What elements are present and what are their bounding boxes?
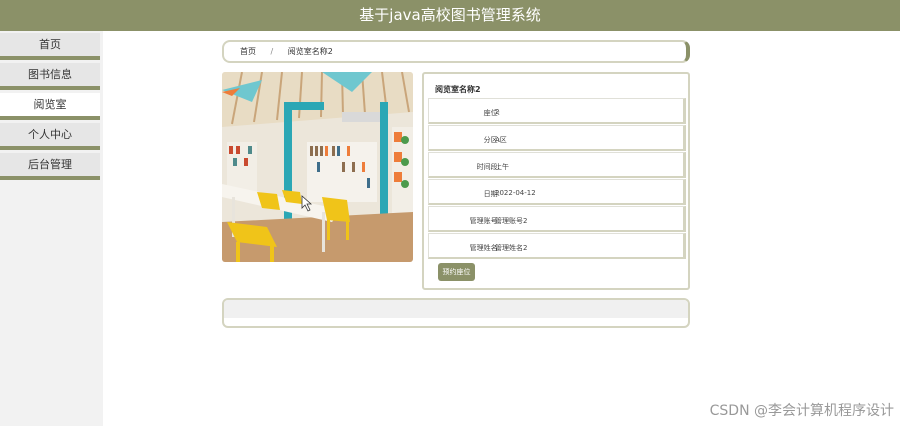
detail-value: A区 bbox=[495, 136, 507, 144]
breadcrumb-home-link[interactable]: 首页 bbox=[240, 47, 256, 56]
sidebar-item-book-info[interactable]: 图书信息 bbox=[0, 63, 100, 90]
detail-row-zone: 分区: A区 bbox=[428, 125, 686, 151]
sidebar-item-home[interactable]: 首页 bbox=[0, 33, 100, 60]
app-header: 基于java高校图书管理系统 bbox=[0, 0, 900, 31]
detail-row-manager-account: 管理账号: 管理账号2 bbox=[428, 206, 686, 232]
reading-room-detail-panel: 阅览室名称2 座位: 2 分区: A区 时间段: 上午 日期: 2022-04-… bbox=[422, 72, 690, 290]
detail-row-manager-name: 管理姓名: 管理姓名2 bbox=[428, 233, 686, 259]
watermark: CSDN @李会计算机程序设计 bbox=[709, 403, 894, 419]
detail-row-time-slot: 时间段: 上午 bbox=[428, 152, 686, 178]
reading-room-image bbox=[222, 72, 413, 262]
detail-value: 2 bbox=[495, 108, 500, 116]
breadcrumb-current: 阅览室名称2 bbox=[287, 47, 333, 56]
comment-section-header bbox=[224, 300, 688, 318]
page-title: 基于java高校图书管理系统 bbox=[359, 6, 541, 24]
detail-value: 管理账号2 bbox=[495, 217, 528, 225]
detail-value: 上午 bbox=[495, 163, 509, 171]
sidebar-item-personal-center[interactable]: 个人中心 bbox=[0, 123, 100, 150]
detail-value: 管理姓名2 bbox=[495, 244, 528, 252]
detail-row-seat: 座位: 2 bbox=[428, 98, 686, 124]
breadcrumb-separator: / bbox=[270, 47, 274, 56]
detail-value: 2022-04-12 bbox=[495, 189, 536, 197]
detail-title: 阅览室名称2 bbox=[435, 85, 481, 94]
reserve-seat-button[interactable]: 预约座位 bbox=[438, 263, 475, 281]
comment-section bbox=[222, 298, 690, 328]
sidebar-item-admin[interactable]: 后台管理 bbox=[0, 153, 100, 180]
sidebar: 首页 图书信息 阅览室 个人中心 后台管理 bbox=[0, 31, 103, 426]
breadcrumb: 首页 / 阅览室名称2 bbox=[222, 40, 690, 63]
sidebar-item-reading-room[interactable]: 阅览室 bbox=[0, 93, 100, 120]
detail-row-date: 日期: 2022-04-12 bbox=[428, 179, 686, 205]
